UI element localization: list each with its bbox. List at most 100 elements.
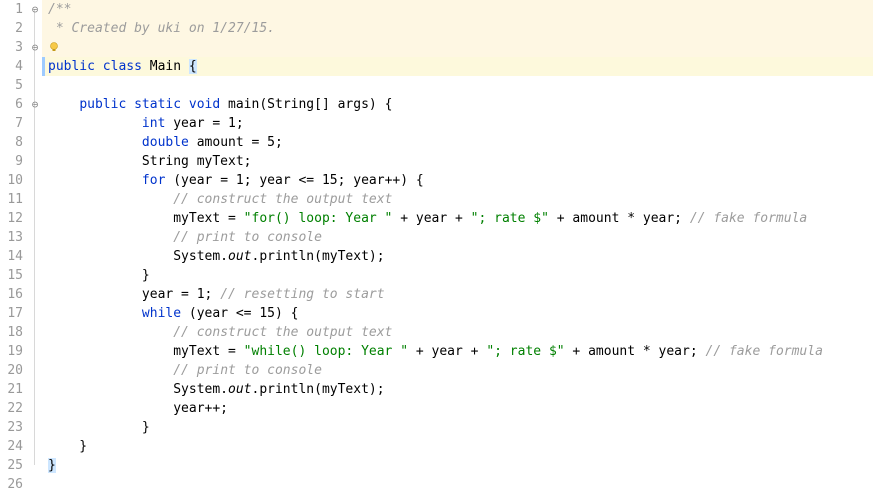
code-line[interactable] <box>42 76 873 95</box>
line-number: 24 <box>0 437 28 456</box>
code-token: int <box>142 116 173 131</box>
code-token: // construct the output text <box>173 325 392 340</box>
code-token: public class <box>48 59 150 74</box>
line-number: 11 <box>0 190 28 209</box>
line-number: 10 <box>0 171 28 190</box>
code-token: // print to console <box>173 230 322 245</box>
code-token: // fake formula <box>706 344 823 359</box>
code-line[interactable]: while (year <= 15) { <box>42 304 873 323</box>
line-number: 7 <box>0 114 28 133</box>
code-token <box>48 363 173 378</box>
fold-toggle-icon[interactable]: ⊖ <box>28 0 42 19</box>
fold-cell <box>28 247 42 266</box>
fold-cell <box>28 171 42 190</box>
line-number: 14 <box>0 247 28 266</box>
code-line[interactable]: int year = 1; <box>42 114 873 133</box>
code-token: 1 <box>197 287 205 302</box>
fold-cell <box>28 418 42 437</box>
code-token: System. <box>48 249 228 264</box>
code-token: (year <= <box>189 306 259 321</box>
code-line[interactable]: } <box>42 437 873 456</box>
line-number: 6 <box>0 95 28 114</box>
code-token: year = <box>173 116 228 131</box>
code-token <box>48 116 142 131</box>
line-number: 9 <box>0 152 28 171</box>
code-token: (year = <box>173 173 236 188</box>
fold-cell <box>28 304 42 323</box>
code-token <box>48 325 173 340</box>
line-number: 23 <box>0 418 28 437</box>
caret-indicator <box>42 57 45 76</box>
fold-cell <box>28 456 42 475</box>
code-token: // resetting to start <box>220 287 384 302</box>
code-token: /** <box>48 2 71 17</box>
code-line[interactable]: System.out.println(myText); <box>42 247 873 266</box>
code-line[interactable]: public class Main { <box>42 57 873 76</box>
fold-cell <box>28 380 42 399</box>
code-token: "; rate $" <box>486 344 564 359</box>
line-number: 5 <box>0 76 28 95</box>
code-line[interactable]: // print to console <box>42 228 873 247</box>
code-token: "; rate $" <box>471 211 549 226</box>
fold-toggle-icon[interactable]: ⊖ <box>28 95 42 114</box>
code-token: // construct the output text <box>173 192 392 207</box>
code-line[interactable] <box>42 475 873 494</box>
code-line[interactable]: } <box>42 456 873 475</box>
line-number: 2 <box>0 19 28 38</box>
code-token: System. <box>48 382 228 397</box>
lightbulb-icon[interactable] <box>48 40 60 55</box>
gutter: 1234567891011121314151617181920212223242… <box>0 0 42 504</box>
code-line[interactable]: myText = "while() loop: Year " + year + … <box>42 342 873 361</box>
code-line[interactable] <box>42 38 873 57</box>
code-line[interactable]: // construct the output text <box>42 190 873 209</box>
line-number: 26 <box>0 475 28 494</box>
code-line[interactable]: } <box>42 418 873 437</box>
code-line[interactable]: year++; <box>42 399 873 418</box>
code-token <box>48 192 173 207</box>
fold-cell <box>28 475 42 494</box>
line-number: 18 <box>0 323 28 342</box>
code-token: + amount * year; <box>565 344 706 359</box>
line-number: 21 <box>0 380 28 399</box>
code-editor[interactable]: /** * Created by uki on 1/27/15. public … <box>42 0 873 504</box>
code-line[interactable]: * Created by uki on 1/27/15. <box>42 19 873 38</box>
code-token: 1 <box>236 173 244 188</box>
code-token: 5 <box>267 135 275 150</box>
code-token: ; year++) { <box>338 173 424 188</box>
code-token: Main <box>150 59 189 74</box>
code-line[interactable]: // print to console <box>42 361 873 380</box>
code-token: ; <box>236 116 244 131</box>
fold-cell <box>28 285 42 304</box>
fold-cell <box>28 399 42 418</box>
fold-cell <box>28 342 42 361</box>
line-number: 16 <box>0 285 28 304</box>
code-line[interactable]: } <box>42 266 873 285</box>
fold-toggle-icon[interactable]: ⊖ <box>28 38 42 57</box>
code-token <box>48 97 79 112</box>
code-token: ; year <= <box>244 173 322 188</box>
code-line[interactable]: year = 1; // resetting to start <box>42 285 873 304</box>
code-line[interactable]: myText = "for() loop: Year " + year + ";… <box>42 209 873 228</box>
code-token: * Created by uki on 1/27/15. <box>48 21 275 36</box>
code-line[interactable]: System.out.println(myText); <box>42 380 873 399</box>
code-line[interactable]: String myText; <box>42 152 873 171</box>
fold-cell <box>28 133 42 152</box>
code-line[interactable]: /** <box>42 0 873 19</box>
code-line[interactable]: for (year = 1; year <= 15; year++) { <box>42 171 873 190</box>
code-token <box>60 40 68 55</box>
fold-cell <box>28 57 42 76</box>
fold-cell <box>28 209 42 228</box>
code-token: .println(myText); <box>252 249 385 264</box>
code-line[interactable]: public static void main(String[] args) { <box>42 95 873 114</box>
code-token: year++; <box>48 401 228 416</box>
code-token <box>48 173 142 188</box>
line-number: 22 <box>0 399 28 418</box>
code-token: while <box>142 306 189 321</box>
code-line[interactable]: double amount = 5; <box>42 133 873 152</box>
code-token: amount = <box>197 135 267 150</box>
code-token: { <box>189 59 197 74</box>
fold-column[interactable]: ⊖ ⊖ ⊖ <box>28 0 42 504</box>
code-line[interactable]: // construct the output text <box>42 323 873 342</box>
code-token: + year + <box>408 344 486 359</box>
code-token: main(String[] args) { <box>228 97 392 112</box>
